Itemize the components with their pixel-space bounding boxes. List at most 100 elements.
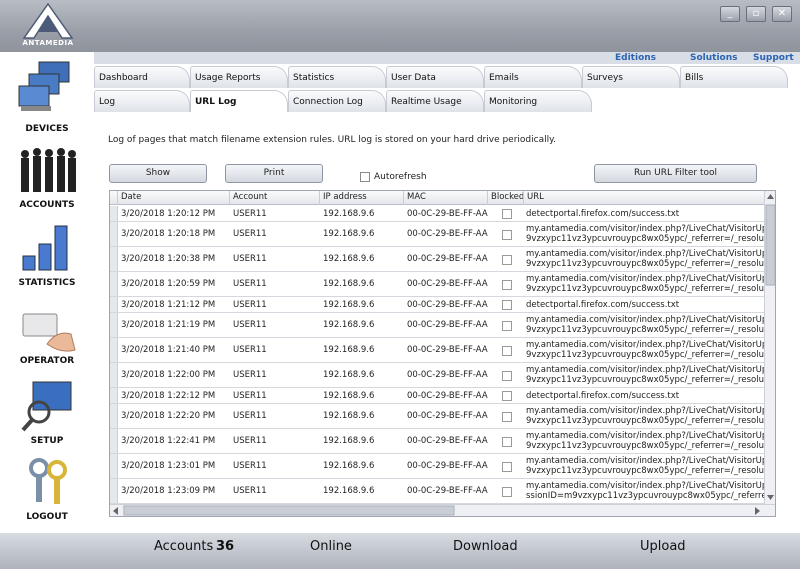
cell-mac: 00-0C-29-BE-FF-AA — [407, 411, 488, 421]
table-row[interactable]: 3/20/2018 1:23:01 PM USER11 192.168.9.6 00-… — [110, 454, 765, 479]
blocked-checkbox[interactable] — [502, 300, 512, 310]
tab-connection-log[interactable]: Connection Log — [288, 90, 386, 112]
header-blocked[interactable]: Blocked — [488, 191, 524, 205]
sidebar-item-statistics[interactable]: STATISTICS — [0, 220, 94, 292]
blocked-checkbox[interactable] — [502, 371, 512, 381]
header-mac[interactable]: MAC — [404, 191, 488, 205]
row-selector[interactable] — [110, 313, 118, 337]
row-selector[interactable] — [110, 454, 118, 478]
show-button[interactable]: Show — [109, 164, 207, 183]
logo-text: ANTAMEDIA — [22, 39, 74, 47]
tab-dashboard[interactable]: Dashboard — [94, 66, 190, 88]
cell-account: USER11 — [233, 209, 267, 219]
solutions-link[interactable]: Solutions — [690, 53, 738, 63]
online-label: Online — [310, 539, 352, 554]
row-selector[interactable] — [110, 404, 118, 428]
cell-account: USER11 — [233, 486, 267, 496]
table-row[interactable]: 3/20/2018 1:20:59 PM USER11 192.168.9.6 00-… — [110, 272, 765, 297]
cell-url-line2: 9vzxypc11vz3ypcuvrouypc8wx05ypc/_referre… — [526, 259, 765, 269]
sidebar-item-setup[interactable]: SETUP — [0, 380, 94, 450]
blocked-checkbox[interactable] — [502, 412, 512, 422]
table-row[interactable]: 3/20/2018 1:20:18 PM USER11 192.168.9.6 00-… — [110, 222, 765, 247]
row-selector[interactable] — [110, 222, 118, 246]
sidebar-label-logout: LOGOUT — [26, 512, 68, 522]
table-row[interactable]: 3/20/2018 1:22:20 PM USER11 192.168.9.6 00-… — [110, 404, 765, 429]
tab-usage-reports[interactable]: Usage Reports — [190, 66, 288, 88]
cell-account: USER11 — [233, 461, 267, 471]
table-row[interactable]: 3/20/2018 1:21:40 PM USER11 192.168.9.6 00-… — [110, 338, 765, 363]
blocked-checkbox[interactable] — [502, 255, 512, 265]
run-url-filter-button[interactable]: Run URL Filter tool — [594, 164, 757, 183]
tab-emails[interactable]: Emails — [484, 66, 582, 88]
row-selector[interactable] — [110, 388, 118, 403]
status-bar: Accounts 36 Online Download Upload — [0, 533, 800, 569]
row-selector[interactable] — [110, 247, 118, 271]
tab-surveys[interactable]: Surveys — [582, 66, 680, 88]
cell-url-line2: 9vzxypc11vz3ypcuvrouypc8wx05ypc/_referre… — [526, 375, 765, 385]
blocked-checkbox[interactable] — [502, 230, 512, 240]
blocked-checkbox[interactable] — [502, 209, 512, 219]
blocked-checkbox[interactable] — [502, 346, 512, 356]
cell-mac: 00-0C-29-BE-FF-AA — [407, 229, 488, 239]
maximize-button[interactable]: ▫ — [746, 6, 766, 22]
row-selector[interactable] — [110, 363, 118, 387]
row-selector[interactable] — [110, 297, 118, 312]
close-button[interactable]: ✕ — [772, 6, 792, 22]
row-selector[interactable] — [110, 206, 118, 221]
table-row[interactable]: 3/20/2018 1:20:12 PM USER11 192.168.9.6 00-… — [110, 206, 765, 222]
table-row[interactable]: 3/20/2018 1:21:12 PM USER11 192.168.9.6 00-… — [110, 297, 765, 313]
url-log-table[interactable]: Date Account IP address MAC Blocked URL … — [109, 190, 776, 517]
cell-account: USER11 — [233, 436, 267, 446]
cell-date: 3/20/2018 1:23:09 PM — [121, 486, 216, 496]
support-link[interactable]: Support — [753, 53, 794, 63]
print-button[interactable]: Print — [225, 164, 323, 183]
cell-ip: 192.168.9.6 — [323, 229, 375, 239]
row-selector[interactable] — [110, 429, 118, 453]
tab-realtime-usage[interactable]: Realtime Usage — [386, 90, 484, 112]
vertical-scrollbar[interactable] — [764, 191, 775, 504]
editions-link[interactable]: Editions — [615, 53, 656, 63]
table-row[interactable]: 3/20/2018 1:23:09 PM USER11 192.168.9.6 00-… — [110, 479, 765, 504]
header-date[interactable]: Date — [118, 191, 230, 205]
tab-user-data[interactable]: User Data — [386, 66, 484, 88]
row-selector[interactable] — [110, 338, 118, 362]
row-selector[interactable] — [110, 479, 118, 503]
cell-account: USER11 — [233, 229, 267, 239]
header-url[interactable]: URL — [524, 191, 765, 205]
minimize-button[interactable]: _ — [720, 6, 740, 22]
tab-bills[interactable]: Bills — [680, 66, 788, 88]
tab-url-log[interactable]: URL Log — [190, 90, 288, 112]
blocked-checkbox[interactable] — [502, 437, 512, 447]
table-row[interactable]: 3/20/2018 1:21:19 PM USER11 192.168.9.6 00-… — [110, 313, 765, 338]
table-row[interactable]: 3/20/2018 1:22:12 PM USER11 192.168.9.6 00-… — [110, 388, 765, 404]
sidebar-item-devices[interactable]: DEVICES — [0, 60, 94, 140]
blocked-checkbox[interactable] — [502, 321, 512, 331]
sidebar-item-operator[interactable]: OPERATOR — [0, 304, 94, 374]
cell-url-line2: 9vzxypc11vz3ypcuvrouypc8wx05ypc/_referre… — [526, 284, 765, 294]
blocked-checkbox[interactable] — [502, 391, 512, 401]
table-row[interactable]: 3/20/2018 1:20:38 PM USER11 192.168.9.6 00-… — [110, 247, 765, 272]
tab-log[interactable]: Log — [94, 90, 190, 112]
blocked-checkbox[interactable] — [502, 280, 512, 290]
header-ip-address[interactable]: IP address — [320, 191, 404, 205]
cell-url-line2: 9vzxypc11vz3ypcuvrouypc8wx05ypc/_referre… — [526, 416, 765, 426]
horizontal-scrollbar[interactable] — [110, 504, 775, 516]
cell-date: 3/20/2018 1:20:59 PM — [121, 279, 216, 289]
tab-statistics[interactable]: Statistics — [288, 66, 386, 88]
tab-monitoring[interactable]: Monitoring — [484, 90, 592, 112]
sidebar-item-accounts[interactable]: ACCOUNTS — [0, 144, 94, 210]
sidebar-item-logout[interactable]: LOGOUT — [0, 456, 94, 526]
autorefresh-checkbox[interactable] — [360, 172, 370, 182]
header-account[interactable]: Account — [230, 191, 320, 205]
title-bar: ANTAMEDIA _ ▫ ✕ — [0, 0, 800, 52]
blocked-checkbox[interactable] — [502, 487, 512, 497]
row-selector[interactable] — [110, 272, 118, 296]
table-header: Date Account IP address MAC Blocked URL — [110, 191, 765, 205]
table-row[interactable]: 3/20/2018 1:22:41 PM USER11 192.168.9.6 00-… — [110, 429, 765, 454]
card-hand-icon — [17, 304, 77, 358]
table-row[interactable]: 3/20/2018 1:22:00 PM USER11 192.168.9.6 00-… — [110, 363, 765, 388]
cell-mac: 00-0C-29-BE-FF-AA — [407, 486, 488, 496]
cell-date: 3/20/2018 1:20:38 PM — [121, 254, 216, 264]
blocked-checkbox[interactable] — [502, 462, 512, 472]
cell-url-line2: 9vzxypc11vz3ypcuvrouypc8wx05ypc/_referre… — [526, 466, 765, 476]
